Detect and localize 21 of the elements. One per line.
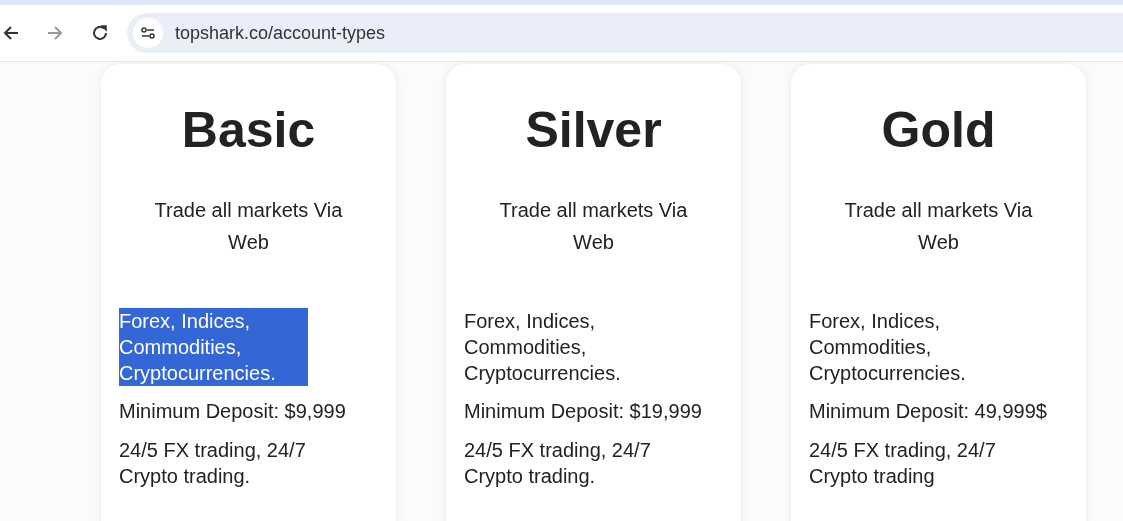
trading-hours: 24/5 FX trading, 24/7 Crypto trading. xyxy=(464,438,652,489)
reload-icon[interactable] xyxy=(91,24,109,42)
trading-hours: 24/5 FX trading, 24/7 Crypto trading xyxy=(809,438,997,489)
url-text: topshark.co/account-types xyxy=(175,21,386,45)
address-bar[interactable]: topshark.co/account-types xyxy=(127,13,1123,53)
plan-markets: Forex, Indices, Commodities, Cryptocurrencies. xyxy=(119,308,308,386)
plan-tagline: Trade all markets Via Web xyxy=(498,198,689,255)
plan-tagline: Trade all markets Via Web xyxy=(153,198,344,255)
minimum-deposit: Minimum Deposit: $9,999 xyxy=(119,399,347,424)
plan-tagline: Trade all markets Via Web xyxy=(843,198,1034,255)
minimum-deposit: Minimum Deposit: 49,999$ xyxy=(809,399,1048,424)
plan-title: Basic xyxy=(180,101,317,160)
minimum-deposit: Minimum Deposit: $19,999 xyxy=(464,399,703,424)
trading-hours: 24/5 FX trading, 24/7 Crypto trading. xyxy=(119,438,307,489)
plan-markets: Forex, Indices, Commodities, Cryptocurrencies. xyxy=(809,309,967,386)
back-icon[interactable] xyxy=(2,24,20,42)
forward-icon[interactable] xyxy=(46,24,64,42)
plan-markets: Forex, Indices, Commodities, Cryptocurrencies. xyxy=(464,309,622,386)
site-info-icon[interactable] xyxy=(133,18,163,48)
plan-title: Gold xyxy=(880,101,997,160)
plan-title: Silver xyxy=(524,101,663,160)
